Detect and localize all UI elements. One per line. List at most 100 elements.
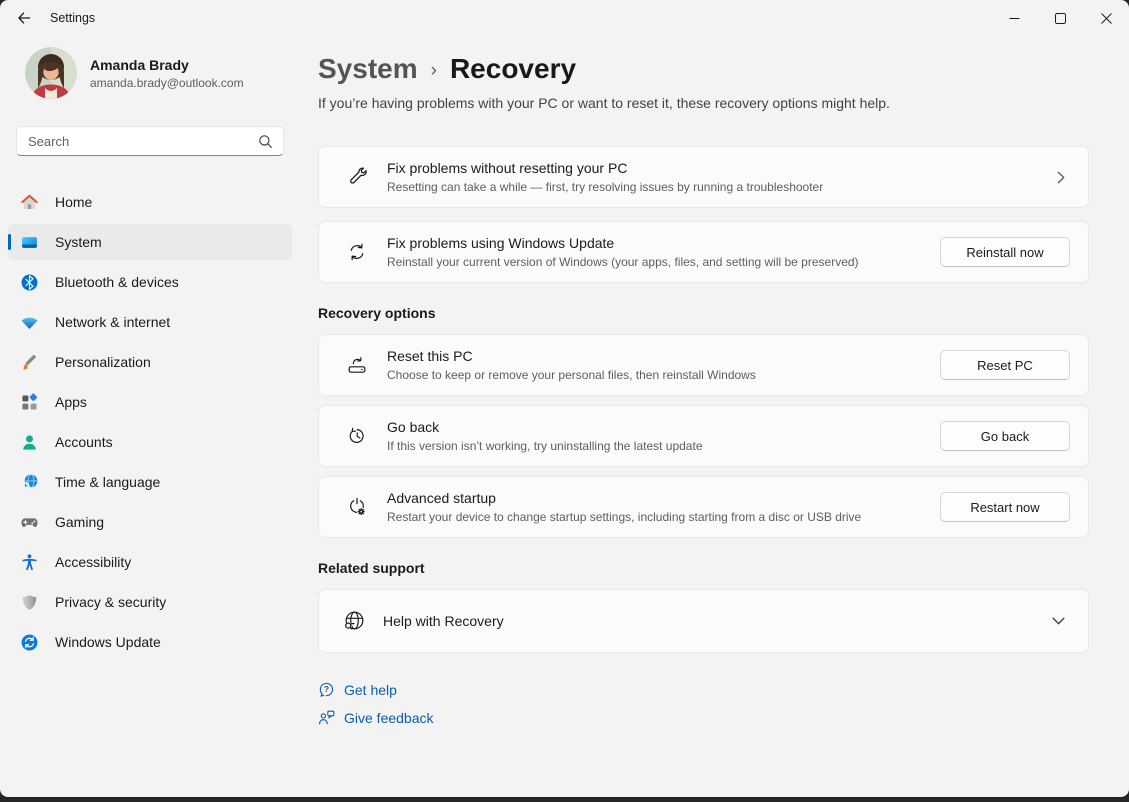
settings-window: Settings [0,0,1129,797]
sidebar-item-label: Gaming [55,514,104,530]
restart-now-button[interactable]: Restart now [940,492,1070,522]
bluetooth-icon [20,273,39,292]
apps-icon [20,393,39,412]
sidebar-item-accounts[interactable]: Accounts [8,424,292,460]
breadcrumb-system[interactable]: System [318,53,418,85]
page-subtitle: If you’re having problems with your PC o… [318,95,1089,111]
sidebar-item-label: Windows Update [55,634,161,650]
card-title: Fix problems without resetting your PC [387,160,1057,176]
home-icon [20,193,39,212]
card-description: Restart your device to change startup se… [387,510,940,524]
get-help-label: Get help [344,682,397,698]
system-icon [20,233,39,252]
windows-update-icon [20,633,39,652]
accounts-icon [20,433,39,452]
sidebar-item-network-internet[interactable]: Network & internet [8,304,292,340]
user-name: Amanda Brady [90,57,244,73]
maximize-icon [1055,13,1066,24]
get-help-link[interactable]: ? Get help [318,681,397,698]
card-go-back: Go back If this version isn’t working, t… [318,405,1089,467]
card-fix-problems-troubleshooter[interactable]: Fix problems without resetting your PC R… [318,146,1089,208]
breadcrumb-chevron-icon: › [431,60,437,82]
history-clock-icon [346,425,368,447]
sidebar-item-label: System [55,234,102,250]
sidebar-item-label: Privacy & security [55,594,166,610]
close-icon [1101,13,1112,24]
back-button[interactable] [8,5,40,31]
chevron-right-icon [1057,171,1065,184]
reset-pc-icon [346,354,368,376]
sidebar-nav: Home System Bluetooth & devices Net [8,184,292,660]
search-input[interactable] [28,134,258,149]
card-title: Fix problems using Windows Update [387,235,940,251]
sidebar-item-label: Accounts [55,434,113,450]
sidebar-item-label: Bluetooth & devices [55,274,179,290]
titlebar: Settings [0,0,1129,36]
minimize-button[interactable] [991,0,1037,36]
back-arrow-icon [16,10,32,26]
card-fix-problems-windows-update: Fix problems using Windows Update Reinst… [318,221,1089,283]
feedback-icon [318,709,335,726]
card-description: Choose to keep or remove your personal f… [387,368,940,382]
page-title: Recovery [450,53,576,85]
give-feedback-label: Give feedback [344,710,434,726]
maximize-button[interactable] [1037,0,1083,36]
card-description: Reinstall your current version of Window… [387,255,940,269]
svg-text:?: ? [324,684,329,694]
app-title: Settings [50,11,95,25]
chevron-down-icon [1052,617,1065,625]
minimize-icon [1009,13,1020,24]
window-controls [991,0,1129,36]
sidebar-item-home[interactable]: Home [8,184,292,220]
section-header-related-support: Related support [318,560,1089,576]
user-profile[interactable]: Amanda Brady amanda.brady@outlook.com [25,47,300,99]
time-language-icon [20,473,39,492]
card-help-with-recovery[interactable]: Help with Recovery [318,589,1089,653]
sidebar-item-apps[interactable]: Apps [8,384,292,420]
main-content: System › Recovery If you’re having probl… [318,36,1089,737]
sync-icon [346,241,368,263]
sidebar-item-label: Time & language [55,474,160,490]
sidebar-item-label: Network & internet [55,314,170,330]
sidebar-item-accessibility[interactable]: Accessibility [8,544,292,580]
personalization-icon [20,353,39,372]
wrench-icon [346,166,368,188]
footer-links: ? Get help Give feedback [318,681,1089,726]
search-icon [258,134,273,149]
give-feedback-link[interactable]: Give feedback [318,709,434,726]
globe-search-icon [341,608,367,634]
avatar [25,47,77,99]
help-bubble-icon: ? [318,681,335,698]
close-button[interactable] [1083,0,1129,36]
selection-indicator [8,234,11,250]
card-title: Advanced startup [387,490,940,506]
reinstall-now-button[interactable]: Reinstall now [940,237,1070,267]
breadcrumb: System › Recovery [318,53,1089,85]
card-description: If this version isn’t working, try unins… [387,439,940,453]
user-email: amanda.brady@outlook.com [90,76,244,90]
card-reset-this-pc: Reset this PC Choose to keep or remove y… [318,334,1089,396]
card-title: Go back [387,419,940,435]
sidebar-item-personalization[interactable]: Personalization [8,344,292,380]
power-gear-icon [346,496,368,518]
sidebar: Amanda Brady amanda.brady@outlook.com Ho… [0,36,300,797]
accessibility-icon [20,553,39,572]
gaming-icon [20,513,39,532]
go-back-button[interactable]: Go back [940,421,1070,451]
sidebar-item-system[interactable]: System [8,224,292,260]
sidebar-item-gaming[interactable]: Gaming [8,504,292,540]
sidebar-item-label: Personalization [55,354,151,370]
card-description: Resetting can take a while — first, try … [387,180,1057,194]
card-title: Help with Recovery [383,613,1052,629]
search-box [16,126,284,156]
sidebar-item-time-language[interactable]: Time & language [8,464,292,500]
sidebar-item-bluetooth-devices[interactable]: Bluetooth & devices [8,264,292,300]
sidebar-item-windows-update[interactable]: Windows Update [8,624,292,660]
card-title: Reset this PC [387,348,940,364]
card-advanced-startup: Advanced startup Restart your device to … [318,476,1089,538]
sidebar-item-privacy-security[interactable]: Privacy & security [8,584,292,620]
reset-pc-button[interactable]: Reset PC [940,350,1070,380]
sidebar-item-label: Home [55,194,92,210]
sidebar-item-label: Apps [55,394,87,410]
network-icon [20,313,39,332]
